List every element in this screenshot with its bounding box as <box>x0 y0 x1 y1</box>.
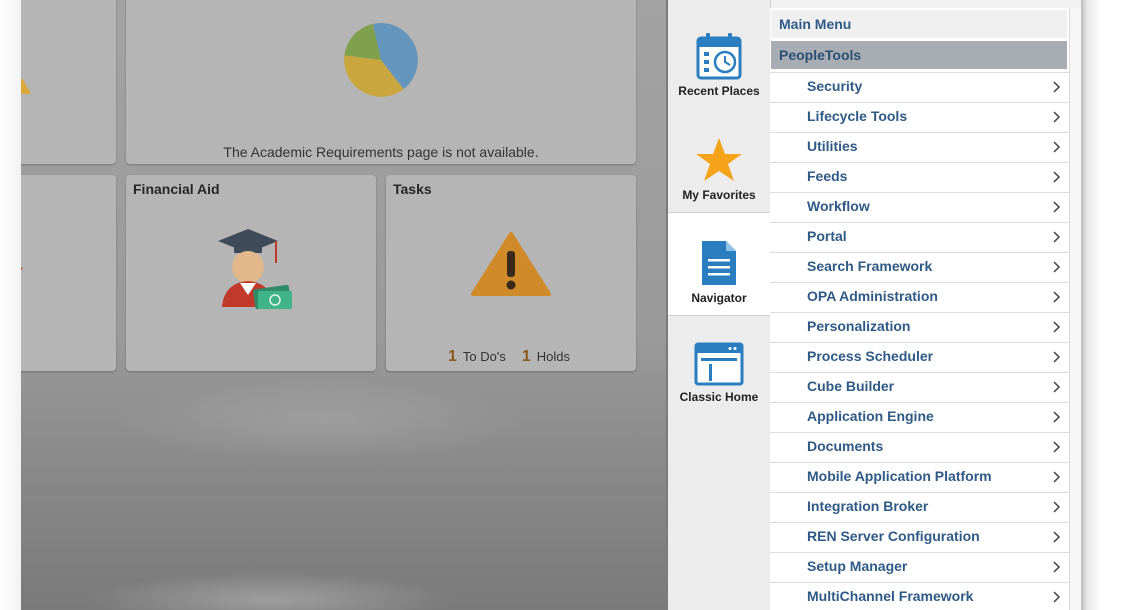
menu-item-lifecycle-tools[interactable]: Lifecycle Tools <box>770 102 1069 132</box>
navbar-button-column: Recent Places My Favorites Navigator Cla… <box>668 0 771 610</box>
pie-chart-icon <box>344 23 418 97</box>
warning-icon <box>471 232 551 296</box>
menu-item-search-framework[interactable]: Search Framework <box>770 252 1069 282</box>
menu-item-process-scheduler[interactable]: Process Scheduler <box>770 342 1069 372</box>
menu-item-label: Mobile Application Platform <box>807 468 992 484</box>
nav-button-label: Navigator <box>691 291 747 305</box>
chevron-right-icon <box>1053 591 1061 603</box>
tile-title-tasks: Tasks <box>393 181 432 197</box>
chevron-right-icon <box>1053 141 1061 153</box>
tile-financial-aid[interactable]: Financial Aid <box>126 175 376 371</box>
chevron-right-icon <box>1053 411 1061 423</box>
menu-item-label: REN Server Configuration <box>807 528 980 544</box>
menu-item-portal[interactable]: Portal <box>770 222 1069 252</box>
menu-item-mobile-application-platform[interactable]: Mobile Application Platform <box>770 462 1069 492</box>
chevron-right-icon <box>1053 321 1061 333</box>
tasks-summary: 1 To Do's 1 Holds <box>386 348 636 366</box>
tile-partial-icon <box>21 78 31 94</box>
chevron-right-icon <box>1053 381 1061 393</box>
menu-item-label: Portal <box>807 228 847 244</box>
menu-item-list: Security Lifecycle Tools Utilities Feeds… <box>770 72 1069 610</box>
menu-item-setup-manager[interactable]: Setup Manager <box>770 552 1069 582</box>
nav-button-recent-places[interactable]: Recent Places <box>668 32 770 133</box>
nav-button-navigator[interactable]: Navigator <box>668 212 770 316</box>
menu-item-label: Documents <box>807 438 884 454</box>
tile-title-financial-aid: Financial Aid <box>133 181 220 197</box>
todos-label: To Do's <box>462 349 506 364</box>
nav-button-classic-home[interactable]: Classic Home <box>668 342 770 443</box>
tile-partial-bottom[interactable] <box>21 175 116 371</box>
menu-item-label: Lifecycle Tools <box>807 108 908 124</box>
menu-item-label: Feeds <box>807 168 848 184</box>
chevron-right-icon <box>1053 201 1061 213</box>
menu-item-integration-broker[interactable]: Integration Broker <box>770 492 1069 522</box>
chevron-right-icon <box>1053 561 1061 573</box>
menu-item-label: Security <box>807 78 863 94</box>
menu-item-label: Personalization <box>807 318 911 334</box>
menu-item-feeds[interactable]: Feeds <box>770 162 1069 192</box>
menu-item-label: Process Scheduler <box>807 348 934 364</box>
chevron-right-icon <box>1053 501 1061 513</box>
panel-shadow-edge <box>1081 0 1123 610</box>
menu-item-label: Integration Broker <box>807 498 929 514</box>
holds-count[interactable]: 1 <box>522 348 531 365</box>
menu-item-label: Setup Manager <box>807 558 908 574</box>
homepage-background: The Academic Requirements page is not av… <box>21 0 666 610</box>
chevron-right-icon <box>1053 531 1061 543</box>
chevron-right-icon <box>1053 261 1061 273</box>
menu-item-label: Cube Builder <box>807 378 895 394</box>
menu-item-application-engine[interactable]: Application Engine <box>770 402 1069 432</box>
nav-button-label: Recent Places <box>678 84 760 98</box>
chevron-right-icon <box>1053 111 1061 123</box>
tile-partial-icon <box>21 267 23 271</box>
chevron-right-icon <box>1053 291 1061 303</box>
tile-academic-requirements[interactable]: The Academic Requirements page is not av… <box>126 0 636 164</box>
navigator-menu: Main Menu PeopleTools Security Lifecycle… <box>770 8 1069 610</box>
menu-item-label: Utilities <box>807 138 858 154</box>
page-edge <box>0 0 21 610</box>
menu-item-label: OPA Administration <box>807 288 938 304</box>
menu-item-personalization[interactable]: Personalization <box>770 312 1069 342</box>
menu-item-label: Workflow <box>807 198 870 214</box>
calendar-clock-icon <box>696 33 742 80</box>
chevron-right-icon <box>1053 471 1061 483</box>
todos-count[interactable]: 1 <box>448 348 457 365</box>
chevron-right-icon <box>1053 231 1061 243</box>
chevron-right-icon <box>1053 171 1061 183</box>
menu-item-opa-administration[interactable]: OPA Administration <box>770 282 1069 312</box>
menu-item-utilities[interactable]: Utilities <box>770 132 1069 162</box>
tile-partial-top[interactable] <box>21 0 116 164</box>
menu-item-documents[interactable]: Documents <box>770 432 1069 462</box>
browser-window-icon <box>694 342 744 386</box>
menu-item-multichannel-framework[interactable]: MultiChannel Framework <box>770 582 1069 610</box>
breadcrumb-current-folder[interactable]: PeopleTools <box>771 41 1067 69</box>
breadcrumb-main-menu[interactable]: Main Menu <box>771 10 1067 38</box>
menu-item-label: MultiChannel Framework <box>807 588 974 604</box>
nav-button-label: Classic Home <box>679 390 759 404</box>
menu-item-label: Search Framework <box>807 258 933 274</box>
holds-label: Holds <box>536 349 570 364</box>
menu-item-ren-server-configuration[interactable]: REN Server Configuration <box>770 522 1069 552</box>
chevron-right-icon <box>1053 441 1061 453</box>
star-icon <box>696 138 742 181</box>
document-icon <box>702 241 736 285</box>
academic-requirements-message: The Academic Requirements page is not av… <box>223 144 539 160</box>
menu-item-cube-builder[interactable]: Cube Builder <box>770 372 1069 402</box>
tile-tasks[interactable]: Tasks 1 To Do's 1 Holds <box>386 175 636 371</box>
menu-item-security[interactable]: Security <box>770 72 1069 102</box>
menu-item-workflow[interactable]: Workflow <box>770 192 1069 222</box>
chevron-right-icon <box>1053 81 1061 93</box>
graduate-money-icon <box>218 229 292 310</box>
menu-item-label: Application Engine <box>807 408 934 424</box>
nav-button-label: My Favorites <box>682 188 756 202</box>
chevron-right-icon <box>1053 351 1061 363</box>
